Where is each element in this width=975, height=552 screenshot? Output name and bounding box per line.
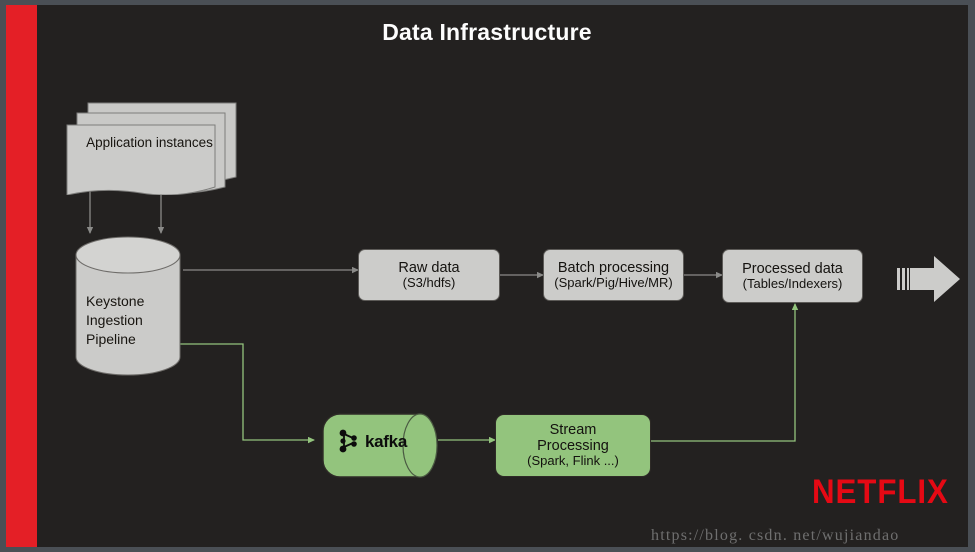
stream-processing-title-1: Stream [549,421,597,438]
slide-canvas: Data Infrastructure Application instance… [6,5,968,547]
watermark-text: https://blog. csdn. net/wujiandao [651,527,900,544]
stream-processing-title-2: Processing [537,438,609,455]
raw-data-subtitle: (S3/hdfs) [402,274,456,290]
batch-processing-title: Batch processing [557,259,670,276]
keystone-label-line-2: Ingestion [86,311,143,328]
netflix-logo: NETFLIX [812,473,949,511]
output-arrow-icon [897,256,960,302]
processed-data-subtitle: (Tables/Indexers) [742,275,843,291]
output-arrow [896,253,962,305]
edge-stream-to-processed [651,303,799,442]
kafka-logo-icon [339,429,357,453]
batch-processing-node[interactable]: Batch processing (Spark/Pig/Hive/MR) [543,249,684,301]
kafka-label: kafka [365,432,407,451]
stream-processing-node[interactable]: Stream Processing (Spark, Flink ...) [495,414,651,477]
slide-frame: Data Infrastructure Application instance… [0,0,975,552]
keystone-label-line-3: Pipeline [86,330,136,347]
page-title: Data Infrastructure [382,19,592,45]
accent-bar-left [6,5,37,547]
app-instances-label: Application instances [86,135,213,150]
processed-data-title: Processed data [742,260,843,277]
kafka-brand: kafka [337,429,407,455]
batch-processing-subtitle: (Spark/Pig/Hive/MR) [554,274,673,290]
keystone-label-line-1: Keystone [86,293,145,309]
raw-data-title: Raw data [398,259,460,276]
keystone-label: Keystone Ingestion Pipeline [78,292,178,349]
raw-data-node[interactable]: Raw data (S3/hdfs) [358,249,500,301]
processed-data-node[interactable]: Processed data (Tables/Indexers) [722,249,863,303]
stream-processing-subtitle: (Spark, Flink ...) [527,453,619,469]
edge-keystone-to-kafka [178,343,315,444]
